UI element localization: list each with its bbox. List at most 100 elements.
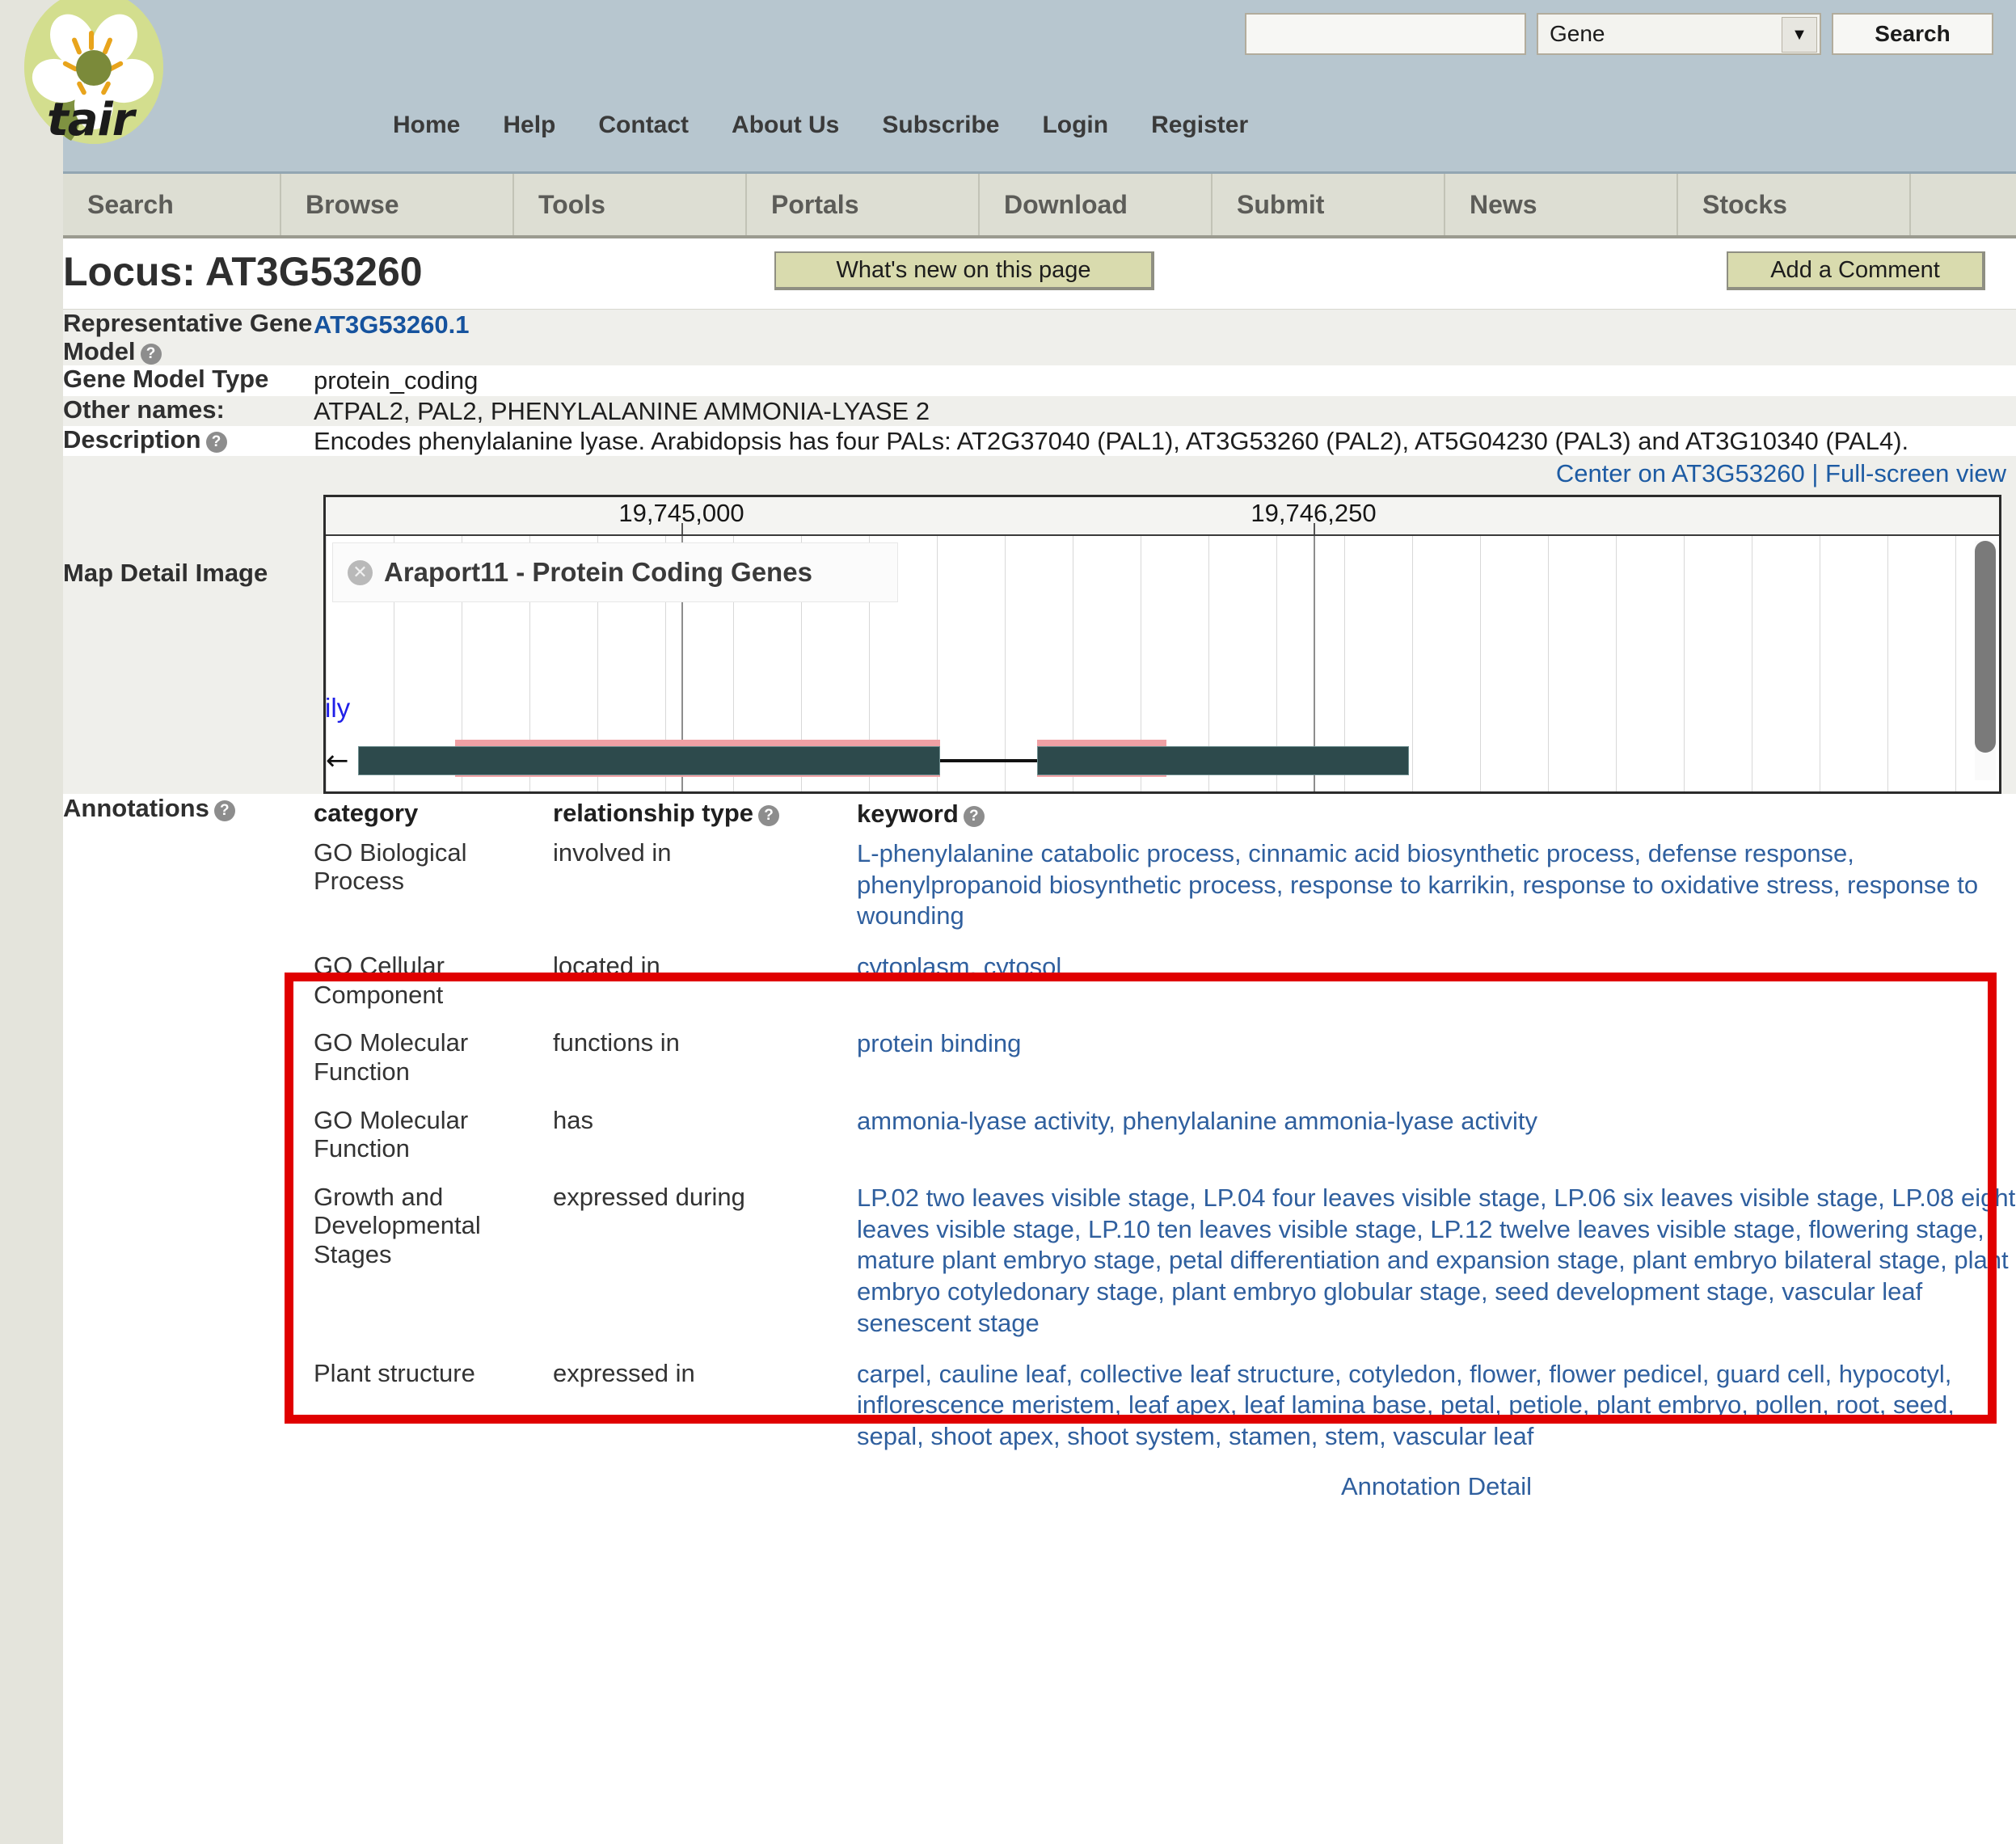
table-row: GO Biological Process involved in L-phen… (314, 833, 2016, 947)
annotation-keyword[interactable]: ammonia-lyase activity, phenylalanine am… (857, 1101, 2016, 1178)
header-text: keyword (857, 800, 959, 828)
search-button[interactable]: Search (1832, 13, 1993, 55)
nav-tab-search[interactable]: Search (63, 174, 281, 235)
search-type-select[interactable]: Gene ▼ (1537, 13, 1821, 55)
representative-gene-model-link[interactable]: AT3G53260.1 (314, 310, 469, 339)
annotations-table: category relationship type? keyword? GO … (314, 794, 2016, 1516)
nav-link-home[interactable]: Home (393, 112, 460, 139)
map-links: Center on AT3G53260 | Full-screen view (314, 456, 2016, 495)
nav-tab-tools[interactable]: Tools (514, 174, 747, 235)
label-text: Description (63, 424, 201, 454)
annotation-category: GO Biological Process (314, 838, 467, 896)
link-separator: | (1811, 459, 1819, 487)
tair-logo[interactable]: tair (24, 0, 178, 160)
label-map-detail-image: Map Detail Image (63, 456, 314, 794)
annotation-relationship: expressed during (553, 1182, 745, 1211)
annotation-detail-row: Annotation Detail (314, 1467, 2016, 1516)
table-row: GO Molecular Function has ammonia-lyase … (314, 1101, 2016, 1178)
column-header-keyword: keyword? (857, 794, 2016, 833)
annotation-category: GO Cellular Component (314, 952, 445, 1009)
search-input[interactable] (1245, 13, 1526, 55)
value-gene-model-type: protein_coding (314, 365, 2016, 396)
locus-header: Locus: AT3G53260 What's new on this page… (63, 238, 2016, 310)
search-type-value: Gene (1550, 21, 1605, 46)
track-header-araport11[interactable]: ✕ Araport11 - Protein Coding Genes (332, 542, 898, 602)
row-annotations: Annotations? category relationship type?… (63, 794, 2016, 1516)
nav-link-subscribe[interactable]: Subscribe (882, 112, 999, 139)
nav-link-login[interactable]: Login (1042, 112, 1108, 139)
nav-link-about-us[interactable]: About Us (732, 112, 839, 139)
nav-tab-download[interactable]: Download (980, 174, 1213, 235)
site-shell: tair Gene ▼ Search Home Help Contact Abo… (24, 0, 2016, 1844)
nav-link-help[interactable]: Help (503, 112, 555, 139)
ruler-tick-mark-1 (681, 523, 683, 534)
gene-family-label[interactable]: family (326, 693, 350, 724)
genome-browser-map[interactable]: 19,745,000 19,746,250 ✕ Araport11 - Prot… (323, 495, 2001, 794)
table-row: Growth and Developmental Stages expresse… (314, 1178, 2016, 1354)
nav-tab-browse[interactable]: Browse (281, 174, 514, 235)
nav-tab-submit[interactable]: Submit (1213, 174, 1445, 235)
nav-tab-portals[interactable]: Portals (747, 174, 980, 235)
annotation-category: GO Molecular Function (314, 1028, 469, 1086)
annotation-keyword[interactable]: carpel, cauline leaf, collective leaf st… (857, 1354, 2016, 1467)
annotation-detail-link[interactable]: Annotation Detail (857, 1467, 2016, 1516)
column-header-relationship-type: relationship type? (553, 794, 857, 833)
annotation-keyword[interactable]: protein binding (857, 1023, 2016, 1100)
help-icon[interactable]: ? (963, 806, 985, 827)
map-vertical-scrollbar[interactable] (1975, 541, 1996, 780)
annotation-keyword[interactable]: LP.02 two leaves visible stage, LP.04 fo… (857, 1178, 2016, 1354)
gene-model-glyph[interactable]: ← (326, 740, 1999, 785)
row-representative-gene-model: Representative Gene Model? AT3G53260.1 (63, 309, 2016, 366)
gene-exon-2 (1037, 746, 1409, 775)
page-title: Locus: AT3G53260 (63, 249, 423, 294)
annotation-category: Growth and Developmental Stages (314, 1182, 481, 1269)
table-row: Plant structure expressed in carpel, cau… (314, 1354, 2016, 1467)
column-header-category: category (314, 799, 419, 827)
utility-nav: Home Help Contact About Us Subscribe Log… (393, 112, 1291, 139)
gene-intron-1 (940, 759, 1037, 762)
chevron-down-icon[interactable]: ▼ (1782, 17, 1817, 53)
full-screen-view-link[interactable]: Full-screen view (1825, 459, 2006, 487)
annotation-relationship: expressed in (553, 1358, 695, 1387)
scrollbar-thumb[interactable] (1975, 541, 1996, 753)
label-text: Annotations (63, 794, 209, 822)
value-other-names: ATPAL2, PAL2, PHENYLALANINE AMMONIA-LYAS… (314, 395, 2016, 426)
help-icon[interactable]: ? (758, 805, 780, 826)
nav-filler (1911, 174, 2016, 235)
row-gene-model-type: Gene Model Type protein_coding (63, 365, 2016, 396)
annotation-category: Plant structure (314, 1358, 475, 1387)
help-icon[interactable]: ? (213, 800, 235, 821)
nav-link-register[interactable]: Register (1151, 112, 1248, 139)
row-map-detail: Map Detail Image Center on AT3G53260 | F… (63, 456, 2016, 794)
arrow-left-icon: ← (326, 745, 349, 777)
annotations-header-row: category relationship type? keyword? (314, 794, 2016, 833)
value-description: Encodes phenylalanine lyase. Arabidopsis… (314, 425, 2016, 456)
label-text: Representative Gene Model (63, 309, 313, 365)
help-icon[interactable]: ? (140, 343, 162, 365)
annotation-relationship: functions in (553, 1028, 680, 1057)
nav-tab-news[interactable]: News (1445, 174, 1678, 235)
annotation-category: GO Molecular Function (314, 1105, 469, 1163)
gene-exon-1 (358, 746, 940, 775)
map-ruler: 19,745,000 19,746,250 (326, 497, 1999, 536)
center-on-locus-link[interactable]: Center on AT3G53260 (1556, 459, 1805, 487)
whats-new-button[interactable]: What's new on this page (774, 251, 1154, 290)
main-nav: Search Browse Tools Portals Download Sub… (63, 174, 2016, 238)
site-header: tair Gene ▼ Search Home Help Contact Abo… (24, 0, 2016, 174)
label-other-names: Other names: (63, 395, 314, 426)
label-gene-model-type: Gene Model Type (63, 365, 314, 396)
nav-tab-stocks[interactable]: Stocks (1678, 174, 1911, 235)
annotation-keyword[interactable]: L-phenylalanine catabolic process, cinna… (857, 833, 2016, 947)
nav-link-contact[interactable]: Contact (598, 112, 689, 139)
tair-wordmark: tair (47, 94, 134, 146)
annotation-keyword[interactable]: cytoplasm, cytosol (857, 947, 2016, 1023)
header-text: relationship type (553, 799, 754, 827)
help-icon[interactable]: ? (205, 431, 227, 453)
close-circle-icon[interactable]: ✕ (348, 559, 373, 585)
annotation-relationship: located in (553, 952, 660, 980)
locus-detail-table: Representative Gene Model? AT3G53260.1 G… (63, 309, 2016, 1516)
track-title: Araport11 - Protein Coding Genes (384, 557, 812, 587)
annotations-cell: category relationship type? keyword? GO … (314, 794, 2016, 1516)
add-comment-button[interactable]: Add a Comment (1727, 251, 1985, 290)
annotation-relationship: involved in (553, 838, 672, 867)
